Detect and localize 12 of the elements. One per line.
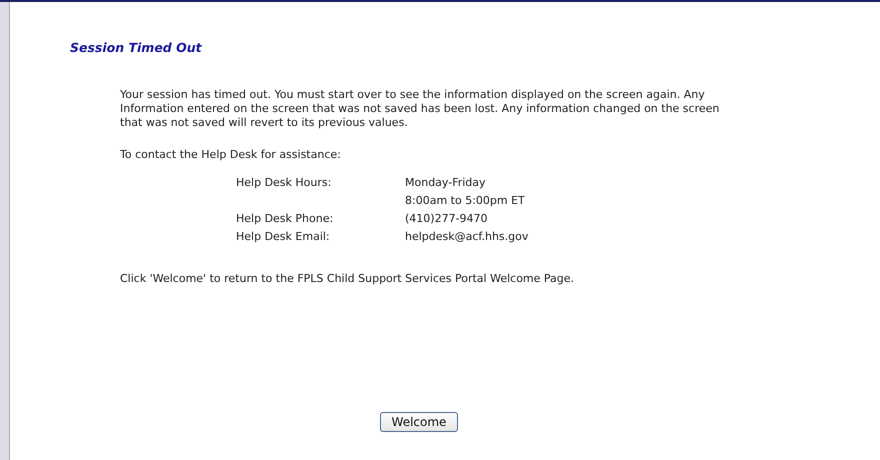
help-desk-label: Help Desk Phone: [236,212,334,226]
help-desk-label: Help Desk Hours: [236,176,332,191]
welcome-button[interactable]: Welcome [380,412,458,432]
page-title: Session Timed Out [70,40,203,55]
help-desk-value: Monday-Friday [405,176,487,190]
contact-intro: To contact the Help Desk for assistance: [120,148,342,162]
return-note: Click 'Welcome' to return to the FPLS Child Support Services Portal Welcome Page. [120,272,576,286]
help-desk-label: Help Desk Email: [236,230,331,244]
help-desk-value: 8:00am to 5:00pm ET [405,194,526,208]
timeout-message: Your session has timed out. You must start over to see the information displayed on the screen again. Any Information entered on the screen that was not saved has been lost. Any information changed on the screen that was not saved will revert to its previous values. [120,88,720,130]
help-desk-value: helpdesk@acf.hhs.gov [405,230,530,244]
help-desk-value: (410)277-9470 [405,212,489,226]
